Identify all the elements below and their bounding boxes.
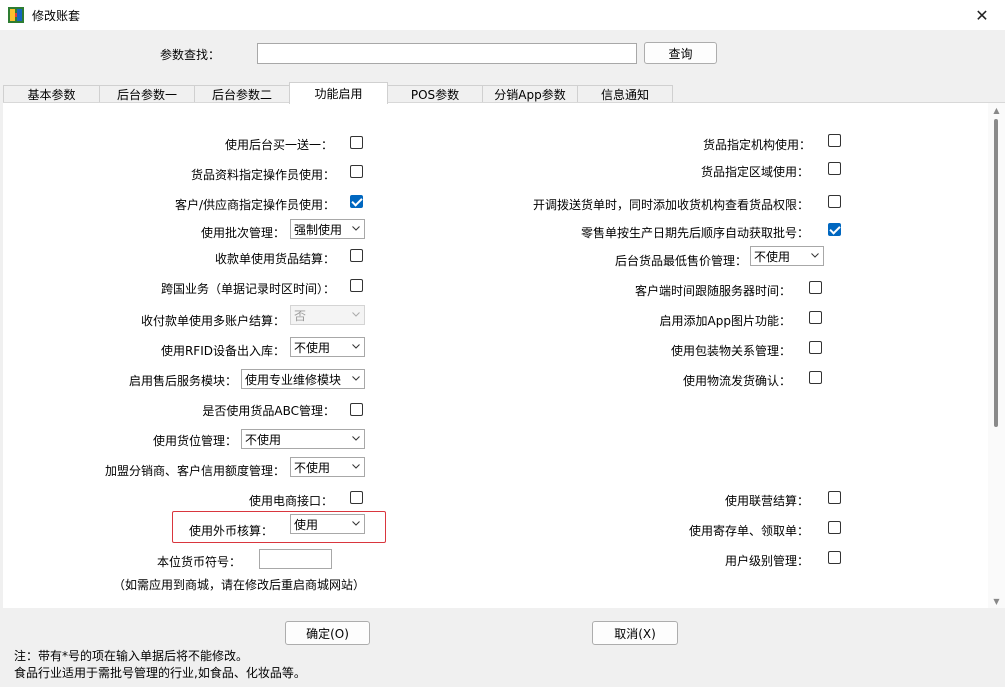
customer-operator-checkbox[interactable] [350, 195, 363, 208]
receipt-settle-checkbox[interactable] [350, 249, 363, 262]
search-input[interactable] [257, 43, 637, 64]
min-price-value: 不使用 [754, 249, 791, 264]
batch-management-value: 强制使用 [294, 222, 343, 237]
tab-features[interactable]: 功能启用 [289, 82, 388, 104]
foreign-currency-value: 使用 [294, 517, 319, 532]
rfid-select[interactable]: 不使用 [290, 337, 365, 357]
ecommerce-label: 使用电商接口： [248, 494, 333, 508]
client-time-checkbox[interactable] [809, 281, 822, 294]
note-line-1: 注：带有*号的项在输入单据后将不能修改。 [14, 649, 249, 663]
buy-one-get-one-checkbox[interactable] [350, 136, 363, 149]
org-goods-label: 货品指定机构使用： [702, 138, 811, 152]
after-sales-select[interactable]: 使用专业维修模块 [241, 369, 365, 389]
features-panel [3, 102, 1005, 608]
chevron-down-icon [352, 521, 360, 526]
multi-account-select: 否 [290, 305, 365, 325]
rfid-value: 不使用 [294, 340, 331, 355]
scroll-up-icon[interactable]: ▲ [988, 103, 1005, 117]
chevron-down-icon [352, 312, 360, 317]
consign-label: 使用寄存单、领取单： [688, 524, 809, 538]
search-button[interactable]: 查询 [644, 42, 717, 64]
retail-batch-label: 零售单按生产日期先后顺序自动获取批号： [580, 226, 809, 240]
chevron-down-icon [352, 376, 360, 381]
vertical-scrollbar[interactable]: ▲ ▼ [988, 103, 1005, 608]
close-button[interactable]: ✕ [959, 0, 1005, 30]
currency-symbol-label: 本位货币符号： [156, 555, 241, 569]
after-sales-label: 启用售后服务模块： [128, 374, 237, 388]
chevron-down-icon [811, 253, 819, 258]
tab-distribution-app[interactable]: 分销App参数 [482, 85, 578, 103]
tab-notifications[interactable]: 信息通知 [577, 85, 673, 103]
window-title: 修改账套 [32, 9, 81, 23]
credit-management-select[interactable]: 不使用 [290, 457, 365, 477]
currency-symbol-input[interactable] [259, 549, 332, 569]
min-price-label: 后台货品最低售价管理： [614, 254, 747, 268]
foreign-currency-select[interactable]: 使用 [290, 514, 365, 534]
joint-settle-checkbox[interactable] [828, 491, 841, 504]
logistics-checkbox[interactable] [809, 371, 822, 384]
cross-border-checkbox[interactable] [350, 279, 363, 292]
packaging-checkbox[interactable] [809, 341, 822, 354]
batch-management-select[interactable]: 强制使用 [290, 219, 365, 239]
location-management-value: 不使用 [245, 432, 282, 447]
tab-basic[interactable]: 基本参数 [3, 85, 100, 103]
tab-backend-1[interactable]: 后台参数一 [99, 85, 195, 103]
credit-management-label: 加盟分销商、客户信用额度管理： [104, 464, 285, 478]
packaging-label: 使用包装物关系管理： [670, 344, 791, 358]
joint-settle-label: 使用联营结算： [724, 494, 809, 508]
search-label: 参数查找： [160, 48, 221, 62]
min-price-select[interactable]: 不使用 [750, 246, 824, 266]
scroll-down-icon[interactable]: ▼ [988, 594, 1005, 608]
chevron-down-icon [352, 464, 360, 469]
app-image-label: 启用添加App图片功能： [659, 314, 791, 328]
abc-management-checkbox[interactable] [350, 403, 363, 416]
tab-pos[interactable]: POS参数 [387, 85, 483, 103]
app-icon [8, 7, 24, 23]
receipt-settle-label: 收款单使用货品结算： [214, 252, 335, 266]
chevron-down-icon [352, 436, 360, 441]
credit-management-value: 不使用 [294, 460, 331, 475]
chevron-down-icon [352, 226, 360, 231]
retail-batch-checkbox[interactable] [828, 223, 841, 236]
batch-management-label: 使用批次管理： [200, 226, 285, 240]
cross-border-label: 跨国业务（单据记录时区时间）： [160, 282, 335, 296]
app-image-checkbox[interactable] [809, 311, 822, 324]
note-line-2: 食品行业适用于需批号管理的行业,如食品、化妆品等。 [14, 666, 306, 680]
region-goods-checkbox[interactable] [828, 162, 841, 175]
user-level-label: 用户级别管理： [724, 554, 809, 568]
multi-account-value: 否 [294, 308, 307, 323]
region-goods-label: 货品指定区域使用： [700, 165, 809, 179]
transfer-permission-label: 开调拨送货单时，同时添加收货机构查看货品权限： [532, 198, 809, 212]
goods-operator-label: 货品资料指定操作员使用： [190, 168, 335, 182]
client-time-label: 客户端时间跟随服务器时间： [634, 284, 791, 298]
scroll-thumb[interactable] [994, 119, 998, 427]
customer-operator-label: 客户/供应商指定操作员使用： [174, 198, 335, 212]
user-level-checkbox[interactable] [828, 551, 841, 564]
title-bar: 修改账套 ✕ [0, 0, 1005, 30]
ecommerce-checkbox[interactable] [350, 491, 363, 504]
location-management-label: 使用货位管理： [152, 434, 237, 448]
rfid-label: 使用RFID设备出入库： [160, 344, 285, 358]
abc-management-label: 是否使用货品ABC管理： [202, 404, 335, 418]
cancel-button[interactable]: 取消(X) [592, 621, 678, 645]
consign-checkbox[interactable] [828, 521, 841, 534]
chevron-down-icon [352, 344, 360, 349]
buy-one-get-one-label: 使用后台买一送一： [224, 138, 333, 152]
close-icon: ✕ [975, 5, 989, 25]
foreign-currency-label: 使用外币核算： [188, 524, 273, 538]
transfer-permission-checkbox[interactable] [828, 195, 841, 208]
multi-account-label: 收付款单使用多账户结算： [140, 314, 285, 328]
logistics-label: 使用物流发货确认： [682, 374, 791, 388]
ok-button[interactable]: 确定(O) [285, 621, 370, 645]
goods-operator-checkbox[interactable] [350, 165, 363, 178]
mall-note: （如需应用到商城，请在修改后重启商城网站） [113, 578, 366, 592]
tab-backend-2[interactable]: 后台参数二 [194, 85, 290, 103]
location-management-select[interactable]: 不使用 [241, 429, 365, 449]
after-sales-value: 使用专业维修模块 [245, 372, 342, 387]
org-goods-checkbox[interactable] [828, 134, 841, 147]
